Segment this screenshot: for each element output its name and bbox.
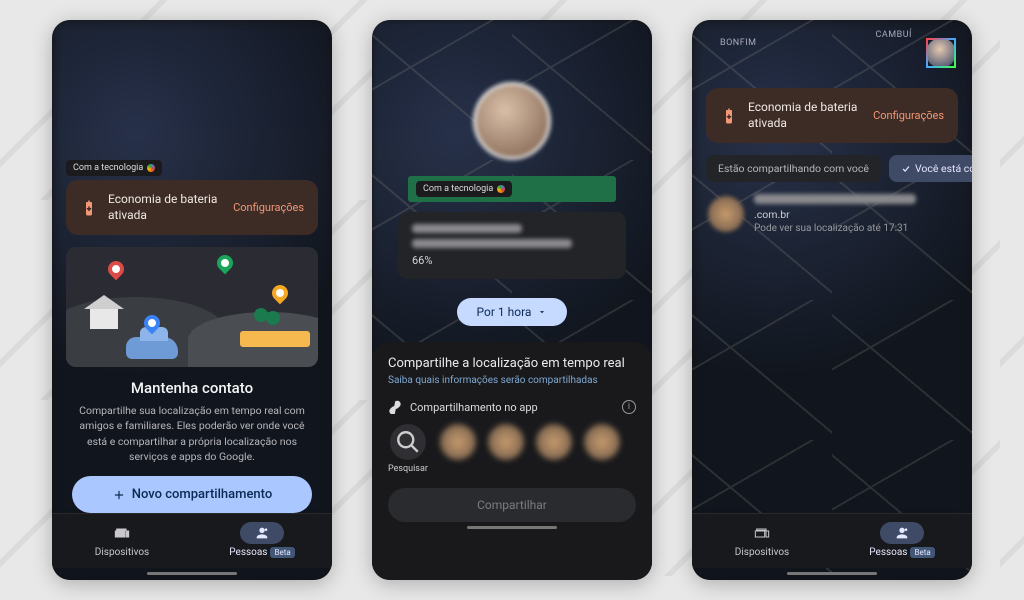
share-bottom-sheet: Compartilhe a localização em tempo real … xyxy=(372,342,652,580)
contact-suggestion[interactable] xyxy=(440,424,476,460)
gesture-bar xyxy=(147,572,237,575)
bottom-nav: Dispositivos PessoasBeta xyxy=(692,513,972,568)
contact-avatar-large[interactable] xyxy=(473,82,551,160)
devices-icon xyxy=(114,525,130,541)
contact-battery-percent: 66% xyxy=(412,254,612,267)
powered-by-chip: Com a tecnologia xyxy=(66,160,162,176)
link-icon xyxy=(388,400,402,414)
search-label: Pesquisar xyxy=(388,464,428,474)
contact-suggestion[interactable] xyxy=(488,424,524,460)
check-icon xyxy=(901,164,911,174)
chevron-down-icon xyxy=(537,307,547,317)
screen-share-sheet: Com a tecnologia 66% Por 1 hora Comparti… xyxy=(372,20,652,580)
nav-people-label: Pessoas xyxy=(869,547,907,558)
person-avatar xyxy=(708,196,744,232)
battery-banner-title: Economia de bateria ativada xyxy=(108,192,223,223)
nav-people[interactable]: PessoasBeta xyxy=(832,514,972,568)
plus-icon xyxy=(112,488,126,502)
nav-people-label: Pessoas xyxy=(229,547,267,558)
battery-banner-title: Economia de bateria ativada xyxy=(748,100,863,131)
new-share-button[interactable]: Novo compartilhamento xyxy=(72,476,312,513)
sharing-illustration xyxy=(66,247,318,367)
battery-banner-settings-link[interactable]: Configurações xyxy=(233,201,304,214)
nav-devices[interactable]: Dispositivos xyxy=(52,514,192,568)
devices-icon xyxy=(754,525,770,541)
contact-suggestion[interactable] xyxy=(584,424,620,460)
nav-devices[interactable]: Dispositivos xyxy=(692,514,832,568)
contact-avatars-row: Pesquisar xyxy=(388,424,636,474)
share-duration-label: Por 1 hora xyxy=(477,305,532,319)
beta-badge: Beta xyxy=(910,547,934,558)
people-icon xyxy=(894,525,910,541)
new-share-label: Novo compartilhamento xyxy=(132,487,272,502)
tab-sharing-with-you[interactable]: Estão compartilhando com você xyxy=(706,155,881,182)
tab-you-are-sharing[interactable]: Você está co xyxy=(889,155,972,182)
person-share-until: Pode ver sua localização até 17:31 xyxy=(754,223,956,234)
powered-by-chip: Com a tecnologia xyxy=(416,181,512,197)
person-email-domain: .com.br xyxy=(754,208,956,221)
tab-you-are-sharing-label: Você está co xyxy=(915,162,972,175)
battery-saver-icon xyxy=(80,199,98,217)
in-app-share-label: Compartilhamento no app xyxy=(410,401,538,414)
contact-suggestion[interactable] xyxy=(536,424,572,460)
google-pin-icon xyxy=(497,185,505,193)
powered-by-label: Com a tecnologia xyxy=(423,184,493,194)
keep-contact-description: Compartilhe sua localização em tempo rea… xyxy=(72,403,312,464)
screen-keep-contact: Com a tecnologia Economia de bateria ati… xyxy=(52,20,332,580)
gesture-bar xyxy=(467,526,557,529)
battery-banner-settings-link[interactable]: Configurações xyxy=(873,109,944,122)
contact-name-redacted xyxy=(412,224,522,233)
keep-contact-title: Mantenha contato xyxy=(70,379,314,397)
battery-saver-banner[interactable]: Economia de bateria ativada Configuraçõe… xyxy=(706,88,958,143)
beta-badge: Beta xyxy=(270,547,294,558)
map-highlight-area: Com a tecnologia xyxy=(408,176,616,202)
sheet-subtitle-link[interactable]: Saiba quais informações serão compartilh… xyxy=(388,375,636,386)
search-icon xyxy=(390,424,426,460)
gesture-bar xyxy=(787,572,877,575)
sheet-title: Compartilhe a localização em tempo real xyxy=(388,356,636,371)
battery-saver-icon xyxy=(720,107,738,125)
google-pin-icon xyxy=(147,164,155,172)
nav-people-label-row: PessoasBeta xyxy=(229,547,294,558)
search-contacts-button[interactable]: Pesquisar xyxy=(388,424,428,474)
people-icon xyxy=(254,525,270,541)
person-name-redacted xyxy=(754,194,916,204)
search-circle xyxy=(390,424,426,460)
nav-people[interactable]: PessoasBeta xyxy=(192,514,332,568)
share-button-label: Compartilhar xyxy=(477,498,547,512)
sharing-person-item[interactable]: .com.br Pode ver sua localização até 17:… xyxy=(692,182,972,246)
share-duration-selector[interactable]: Por 1 hora xyxy=(457,298,567,326)
powered-by-label: Com a tecnologia xyxy=(73,163,143,173)
in-app-share-row: Compartilhamento no app i xyxy=(388,400,636,414)
battery-saver-banner[interactable]: Economia de bateria ativada Configuraçõe… xyxy=(66,180,318,235)
nav-devices-label: Dispositivos xyxy=(95,547,149,558)
account-avatar-button[interactable] xyxy=(926,38,956,68)
nav-devices-label: Dispositivos xyxy=(735,547,789,558)
screen-sharing-list: BONFIM CAMBUÍ Economia de bateria ativad… xyxy=(692,20,972,580)
contact-address-redacted xyxy=(412,239,572,248)
contact-info-card[interactable]: 66% xyxy=(398,212,626,279)
nav-people-label-row: PessoasBeta xyxy=(869,547,934,558)
bottom-nav: Dispositivos PessoasBeta xyxy=(52,513,332,568)
share-filter-tabs: Estão compartilhando com você Você está … xyxy=(706,155,972,182)
info-icon[interactable]: i xyxy=(622,400,636,414)
share-button-disabled: Compartilhar xyxy=(388,488,636,522)
